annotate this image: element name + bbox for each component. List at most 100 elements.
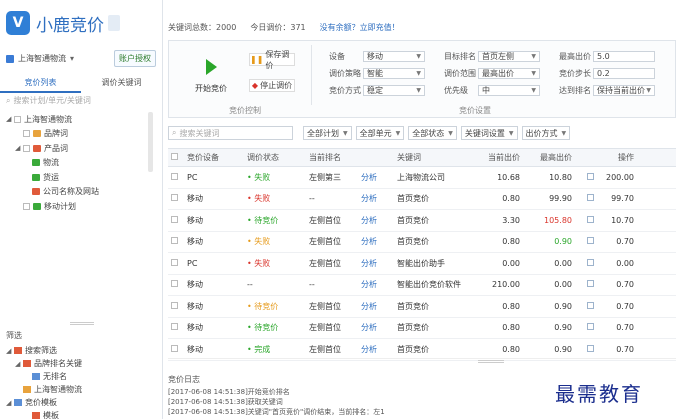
expand-toggle-icon[interactable]: ◢ (6, 399, 14, 407)
row-checkbox[interactable] (171, 301, 178, 309)
analysis-link[interactable]: 分析 (361, 323, 377, 332)
analysis-link[interactable]: 分析 (361, 302, 377, 311)
left-search-placeholder: 搜索计划/单元/关键词 (13, 96, 91, 105)
reach-select[interactable]: 保持当前出价 ▼ (593, 85, 655, 96)
row-checkbox[interactable] (171, 172, 178, 180)
tree-node[interactable]: 货运 (6, 170, 154, 185)
col-max-bid[interactable]: 最高出价 (524, 152, 576, 163)
analysis-link[interactable]: 分析 (361, 280, 377, 289)
edit-icon[interactable] (587, 280, 594, 288)
table-row[interactable]: 移动 • 待竞价 左侧首位 分析 首页竞价 3.30 105.80 10.70 (168, 210, 676, 232)
plan-filter-select[interactable]: 全部计划 ▼ (303, 126, 352, 140)
col-keyword[interactable]: 关键词 (394, 152, 468, 163)
select-all-checkbox[interactable] (171, 153, 178, 160)
tree-node[interactable]: 物流 (6, 156, 154, 171)
keyword-search-input[interactable]: ⌕ 搜索关键词 (168, 126, 293, 140)
analysis-link[interactable]: 分析 (361, 345, 377, 354)
row-checkbox[interactable] (171, 258, 178, 266)
recharge-link[interactable]: 没有余额？立即充值！ (320, 22, 400, 33)
device-select[interactable]: 移动 ▼ (363, 51, 425, 62)
col-current-bid[interactable]: 当前出价 (468, 152, 524, 163)
tree-node[interactable]: 移动计划 (6, 199, 154, 214)
tree-checkbox[interactable] (23, 202, 30, 210)
table-row[interactable]: 移动 • 待竞价 左侧首位 分析 首页竞价 0.80 0.90 0.70 (168, 318, 676, 339)
edit-icon[interactable] (587, 258, 594, 266)
save-adjust-button[interactable]: ❚❚ 保存调价 (249, 50, 295, 70)
table-row[interactable]: 移动 • 待竞价 左侧首位 分析 首页竞价 0.80 0.90 0.70 (168, 296, 676, 318)
scroll-thumb[interactable] (478, 360, 504, 363)
expand-toggle-icon[interactable]: ◢ (15, 360, 23, 368)
row-checkbox[interactable] (171, 344, 178, 352)
tree-node[interactable]: 公司名称及网站 (6, 185, 154, 200)
filter-item[interactable]: 上海智通物流 (6, 383, 156, 396)
account-dropdown-icon[interactable]: ▾ (70, 54, 74, 63)
keyword-setting-select[interactable]: 关键词设置 ▼ (460, 126, 518, 140)
max-bid-input[interactable]: 5.0 (593, 51, 655, 62)
field-max-bid: 最高出价 5.0 (559, 51, 655, 62)
edit-icon[interactable] (587, 215, 594, 223)
expand-toggle-icon[interactable]: ◢ (6, 347, 14, 355)
account-bar: 上海智通物流 ▾ 账户授权 (6, 50, 156, 67)
expand-toggle-icon[interactable]: ◢ (15, 144, 23, 152)
tree-checkbox[interactable] (14, 115, 21, 123)
analysis-link[interactable]: 分析 (361, 194, 377, 203)
left-search-input[interactable]: ⌕ 搜索计划/单元/关键词 (6, 95, 156, 106)
bid-mode-select[interactable]: 出价方式 ▼ (521, 126, 571, 140)
toolbar-divider (311, 45, 312, 105)
table-row[interactable]: PC • 失败 左侧首位 分析 智能出价助手 0.00 0.00 0.00 (168, 253, 676, 275)
row-checkbox[interactable] (171, 215, 178, 223)
col-status[interactable]: 调价状态 (244, 152, 306, 163)
filter-item[interactable]: ◢ 竞价模板 (6, 396, 156, 409)
range-select[interactable]: 最高出价 ▼ (478, 68, 540, 79)
start-bidding-button[interactable]: 开始竞价 (191, 55, 231, 94)
tree-node[interactable]: ◢ 产品词 (6, 141, 154, 156)
tree-node[interactable]: ◢ 上海智通物流 (6, 112, 154, 127)
expand-toggle-icon[interactable]: ◢ (6, 115, 14, 123)
row-checkbox[interactable] (171, 280, 178, 288)
mode-select[interactable]: 稳定 ▼ (363, 85, 425, 96)
target-rank-select[interactable]: 首页左侧 ▼ (478, 51, 540, 62)
filter-item[interactable]: ◢ 品牌排名关键 (6, 357, 156, 370)
filter-item[interactable]: ◢ 搜索筛选 (6, 344, 156, 357)
stop-adjust-button[interactable]: ◆ 停止调价 (249, 79, 295, 92)
table-row[interactable]: PC • 失败 左侧第三 分析 上海物流公司 10.68 10.80 200.00 (168, 167, 676, 189)
analysis-link[interactable]: 分析 (361, 237, 377, 246)
edit-icon[interactable] (587, 172, 594, 180)
edit-icon[interactable] (587, 237, 594, 245)
tree-checkbox[interactable] (23, 130, 30, 138)
add-account-button[interactable]: 账户授权 (114, 50, 156, 67)
tree-scrollbar[interactable] (148, 112, 153, 172)
col-device[interactable]: 竞价设备 (184, 152, 244, 163)
tab-bidding-list[interactable]: 竞价列表 (0, 74, 81, 93)
filter-item[interactable]: 模板 (6, 409, 156, 419)
table-row[interactable]: 移动 • 失败 -- 分析 首页竞价 0.80 99.90 99.70 (168, 189, 676, 210)
edit-icon[interactable] (587, 194, 594, 202)
unit-filter-select[interactable]: 全部单元 ▼ (355, 126, 405, 140)
priority-select[interactable]: 中 ▼ (478, 85, 540, 96)
tab-keywords[interactable]: 调价关键词 (81, 74, 162, 93)
table-hscroll[interactable] (168, 358, 676, 364)
row-checkbox[interactable] (171, 194, 178, 202)
status-filter-select[interactable]: 全部状态 ▼ (408, 126, 457, 140)
analysis-link[interactable]: 分析 (361, 259, 377, 268)
row-checkbox[interactable] (171, 323, 178, 331)
analysis-link[interactable]: 分析 (361, 216, 377, 225)
table-row[interactable]: 移动 -- -- 分析 智能出价竞价软件 210.00 0.00 0.70 (168, 275, 676, 296)
col-op[interactable]: 操作 (602, 152, 640, 163)
table-row[interactable]: 移动 • 失败 左侧首位 分析 首页竞价 0.80 0.90 0.70 (168, 232, 676, 253)
tree-node[interactable]: 品牌词 (6, 127, 154, 142)
analysis-link[interactable]: 分析 (361, 173, 377, 182)
panel-splitter[interactable] (70, 322, 94, 325)
strategy-select[interactable]: 智能 ▼ (363, 68, 425, 79)
edit-icon[interactable] (587, 301, 594, 309)
edit-icon[interactable] (587, 344, 594, 352)
account-name[interactable]: 上海智通物流 (18, 53, 66, 64)
edit-icon[interactable] (587, 323, 594, 331)
cell-device: 移动 (187, 301, 203, 311)
filter-item[interactable]: 无排名 (6, 370, 156, 383)
tree-checkbox[interactable] (23, 144, 30, 152)
col-rank[interactable]: 当前排名 (306, 152, 352, 163)
step-input[interactable]: 0.2 (593, 68, 655, 79)
cell-max-bid: 10.80 (549, 172, 572, 182)
row-checkbox[interactable] (171, 237, 178, 245)
